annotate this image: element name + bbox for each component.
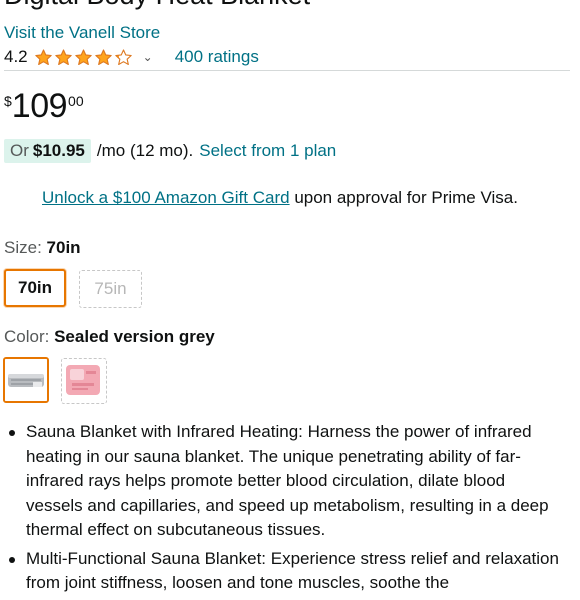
- installment-badge: Or $10.95: [4, 139, 91, 163]
- rating-value: 4.2: [4, 47, 28, 66]
- price-fraction: 00: [68, 93, 84, 109]
- color-selected-value: Sealed version grey: [54, 327, 215, 346]
- color-swatch-pink[interactable]: [61, 358, 107, 404]
- star-icon: [34, 48, 52, 65]
- price-currency: $: [4, 93, 12, 109]
- color-label-text: Color:: [4, 327, 50, 346]
- chevron-down-icon[interactable]: ⌄: [143, 50, 153, 64]
- price: $ 109 00: [4, 88, 84, 124]
- list-item: Sauna Blanket with Infrared Heating: Har…: [4, 420, 564, 543]
- rating-row: 4.2 ⌄ 400 ratings: [4, 45, 259, 69]
- size-selected-value: 70in: [46, 238, 81, 257]
- installment-amount: $10.95: [32, 141, 85, 160]
- ratings-count-link[interactable]: 400 ratings: [175, 47, 259, 67]
- list-item: Multi-Functional Sauna Blanket: Experien…: [4, 547, 564, 596]
- size-label: Size: 70in: [4, 237, 81, 259]
- installment-prefix: Or: [10, 141, 29, 160]
- price-whole: 109: [11, 87, 68, 125]
- color-swatch-grey[interactable]: [3, 357, 49, 403]
- size-label-text: Size:: [4, 238, 42, 257]
- size-option-75in[interactable]: 75in: [79, 270, 142, 308]
- gift-card-suffix: upon approval for Prime Visa.: [294, 188, 518, 207]
- installment-term: /mo (12 mo).: [96, 141, 194, 160]
- pink-blanket-image: [62, 359, 105, 402]
- gift-card-offer: Unlock a $100 Amazon Gift Card upon appr…: [42, 187, 518, 209]
- store-link[interactable]: Visit the Vanell Store: [4, 22, 160, 44]
- size-option-70in[interactable]: 70in: [4, 269, 66, 307]
- installment-row: Or $10.95 /mo (12 mo). Select from 1 pla…: [4, 138, 336, 164]
- star-icon: [74, 48, 92, 65]
- star-icon: [54, 48, 72, 65]
- star-rating[interactable]: [34, 48, 133, 67]
- star-icon: [94, 48, 112, 65]
- color-label: Color: Sealed version grey: [4, 326, 215, 348]
- grey-blanket-image: [5, 359, 47, 401]
- select-plan-link[interactable]: Select from 1 plan: [199, 141, 336, 161]
- divider: [4, 70, 570, 71]
- star-outline-icon: [114, 48, 132, 65]
- feature-bullets: Sauna Blanket with Infrared Heating: Har…: [4, 420, 564, 600]
- gift-card-link[interactable]: Unlock a $100 Amazon Gift Card: [42, 188, 290, 207]
- product-title: Digital Body Heat Blanket: [4, 0, 310, 12]
